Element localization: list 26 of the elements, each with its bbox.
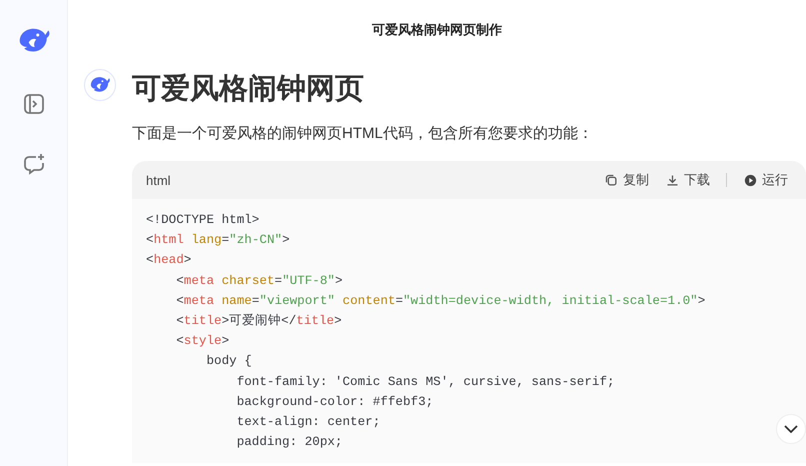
code-line: body { (205, 353, 252, 370)
code-line: <meta name="viewport" content="width=device-width, initial-scale=1.0"> (175, 292, 706, 310)
copy-button[interactable]: 复制 (604, 171, 649, 189)
code-line: <!DOCTYPE html> (146, 212, 260, 229)
code-line: <html lang="zh-CN"> (146, 232, 290, 250)
run-button[interactable]: 运行 (743, 171, 788, 189)
download-button[interactable]: 下载 (665, 171, 710, 189)
code-line: padding: 20px; (236, 434, 342, 452)
message-text: 下面是一个可爱风格的闹钟网页HTML代码，包含所有您要求的功能： (132, 124, 594, 144)
code-line: <style> (175, 333, 230, 350)
copy-icon (604, 172, 619, 188)
download-icon (665, 172, 680, 188)
code-line: background-color: #ffebf3; (236, 394, 434, 411)
code-line: <meta charset="UTF-8"> (175, 272, 343, 290)
code-line: text-align: center; (236, 414, 380, 432)
sidebar-toggle-icon[interactable] (22, 92, 46, 116)
message-heading: 可爱风格闹钟网页 (132, 72, 365, 107)
chevron-down-icon (784, 425, 798, 433)
code-line: <title>可爱闹钟</title> (175, 312, 342, 330)
code-line: <head> (146, 252, 192, 270)
code-language: html (146, 172, 172, 188)
chat-title: 可爱风格闹钟网页制作 (372, 21, 502, 39)
new-chat-icon[interactable] (22, 152, 46, 176)
play-icon (743, 172, 758, 188)
code-line: font-family: 'Comic Sans MS', cursive, sans-serif; (236, 374, 615, 391)
assistant-avatar-icon (84, 69, 116, 101)
